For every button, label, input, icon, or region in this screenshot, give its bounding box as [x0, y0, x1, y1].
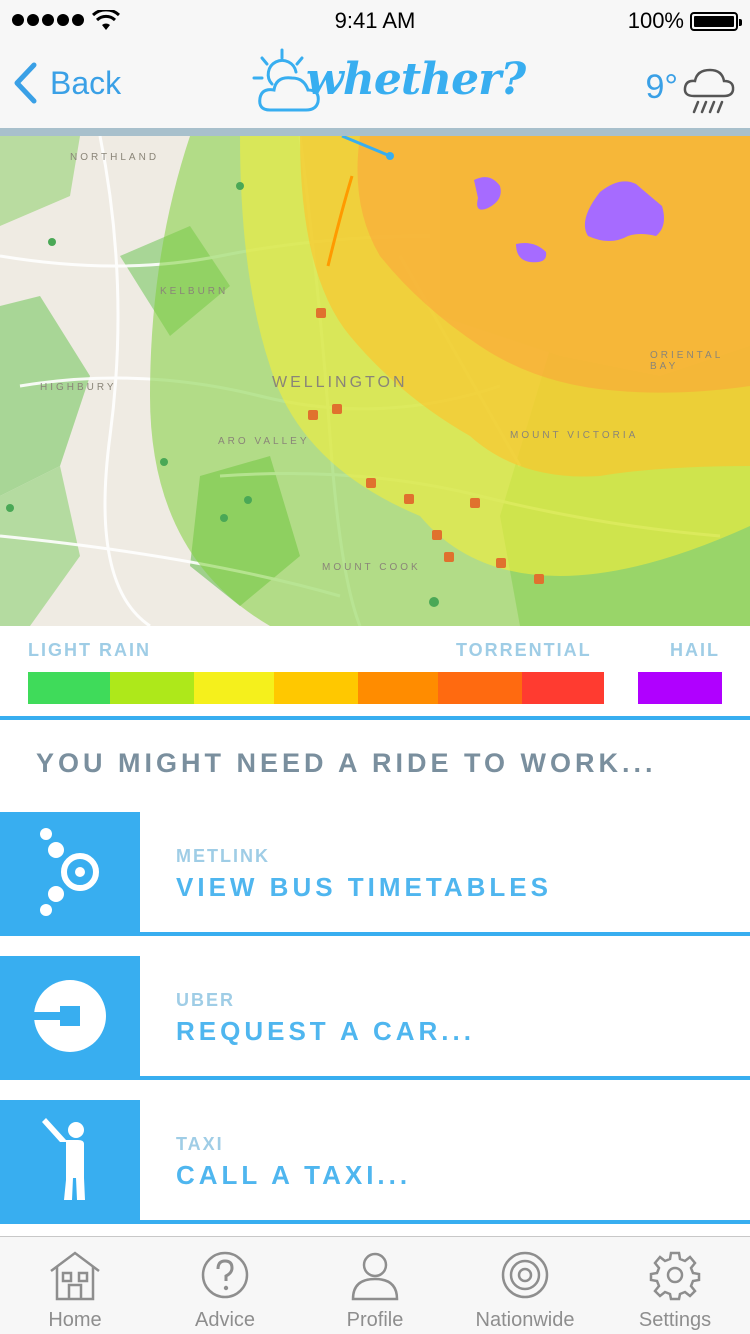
tab-home-label: Home — [48, 1309, 102, 1331]
rain-legend-labels: LIGHT RAIN TORRENTIAL HAIL — [0, 640, 750, 664]
navigation-bar: Back whether? 9° — [0, 40, 750, 128]
legend-segment — [194, 672, 274, 704]
legend-torrential-label: TORRENTIAL — [456, 640, 592, 660]
battery-percentage: 100% — [627, 8, 684, 33]
nav-divider — [0, 128, 750, 136]
target-icon — [501, 1251, 549, 1299]
metlink-divider — [0, 932, 750, 936]
tab-settings[interactable]: Settings — [600, 1237, 750, 1334]
taxi-option[interactable]: TAXI CALL A TAXI... — [0, 1100, 750, 1224]
battery-icon — [690, 12, 742, 31]
tab-bar: Home Advice Profile Nationwide Settings — [0, 1236, 750, 1334]
legend-light-rain-label: LIGHT RAIN — [28, 640, 151, 660]
metlink-icon — [40, 828, 99, 916]
legend-segment — [110, 672, 194, 704]
uber-icon — [34, 980, 106, 1052]
tab-profile[interactable]: Profile — [300, 1237, 450, 1334]
tab-advice[interactable]: Advice — [150, 1237, 300, 1334]
map-place-label: WELLINGTON — [272, 374, 408, 391]
map-place-label: MOUNT VICTORIA — [510, 430, 639, 441]
uber-icon-box — [0, 956, 140, 1076]
uber-provider-label: UBER — [176, 990, 236, 1010]
legend-divider — [0, 716, 750, 720]
back-button[interactable]: Back — [12, 62, 121, 104]
map-place-label: MOUNT COOK — [322, 562, 421, 573]
map-place-label: ORIENTAL BAY — [650, 350, 723, 372]
uber-divider — [0, 1076, 750, 1080]
tab-advice-label: Advice — [194, 1309, 256, 1331]
hail-legend-swatch — [638, 672, 722, 704]
section-title: YOU MIGHT NEED A RIDE TO WORK... — [36, 748, 657, 778]
tab-home[interactable]: Home — [0, 1237, 150, 1334]
metlink-icon-box — [0, 812, 140, 932]
tab-nationwide[interactable]: Nationwide — [450, 1237, 600, 1334]
map-place-label: NORTHLAND — [70, 152, 160, 163]
logo-text: whether? — [306, 54, 526, 105]
taxi-icon-box — [0, 1100, 140, 1220]
uber-option[interactable]: UBER REQUEST A CAR... — [0, 956, 750, 1080]
metlink-option[interactable]: METLINK VIEW BUS TIMETABLES — [0, 812, 750, 936]
taxi-action-label: CALL A TAXI... — [176, 1160, 412, 1190]
legend-segment — [438, 672, 522, 704]
uber-action-label: REQUEST A CAR... — [176, 1016, 475, 1046]
map-place-label: HIGHBURY — [40, 382, 117, 393]
person-icon — [351, 1252, 399, 1301]
legend-segment — [274, 672, 358, 704]
taxi-divider — [0, 1220, 750, 1224]
legend-segment — [28, 672, 110, 704]
rain-radar-map[interactable]: NORTHLAND KELBURN WELLINGTON ARO VALLEY MOUN… — [0, 136, 750, 626]
map-place-label: ARO VALLEY — [218, 436, 310, 447]
taxi-person-icon — [42, 1118, 85, 1200]
metlink-provider-label: METLINK — [176, 846, 270, 866]
gear-icon — [649, 1251, 701, 1301]
legend-hail-label: HAIL — [670, 640, 720, 660]
status-bar: 9:41 AM 100% — [0, 0, 750, 40]
metlink-action-label: VIEW BUS TIMETABLES — [176, 872, 552, 902]
tab-profile-label: Profile — [346, 1309, 404, 1331]
taxi-provider-label: TAXI — [176, 1134, 224, 1154]
back-label: Back — [50, 64, 122, 101]
map-place-label: KELBURN — [160, 286, 229, 297]
rain-cloud-icon — [683, 68, 735, 114]
tab-nationwide-label: Nationwide — [475, 1309, 575, 1331]
tab-settings-label: Settings — [638, 1309, 712, 1331]
app-logo: whether? — [252, 48, 526, 122]
legend-segment — [522, 672, 604, 704]
legend-segment — [358, 672, 438, 704]
question-icon — [201, 1251, 249, 1299]
chevron-left-icon — [14, 62, 37, 104]
temperature-reading: 9° — [645, 68, 678, 106]
home-icon — [50, 1251, 100, 1301]
legend-hail-segment — [638, 672, 722, 704]
rain-intensity-scale — [28, 672, 604, 704]
